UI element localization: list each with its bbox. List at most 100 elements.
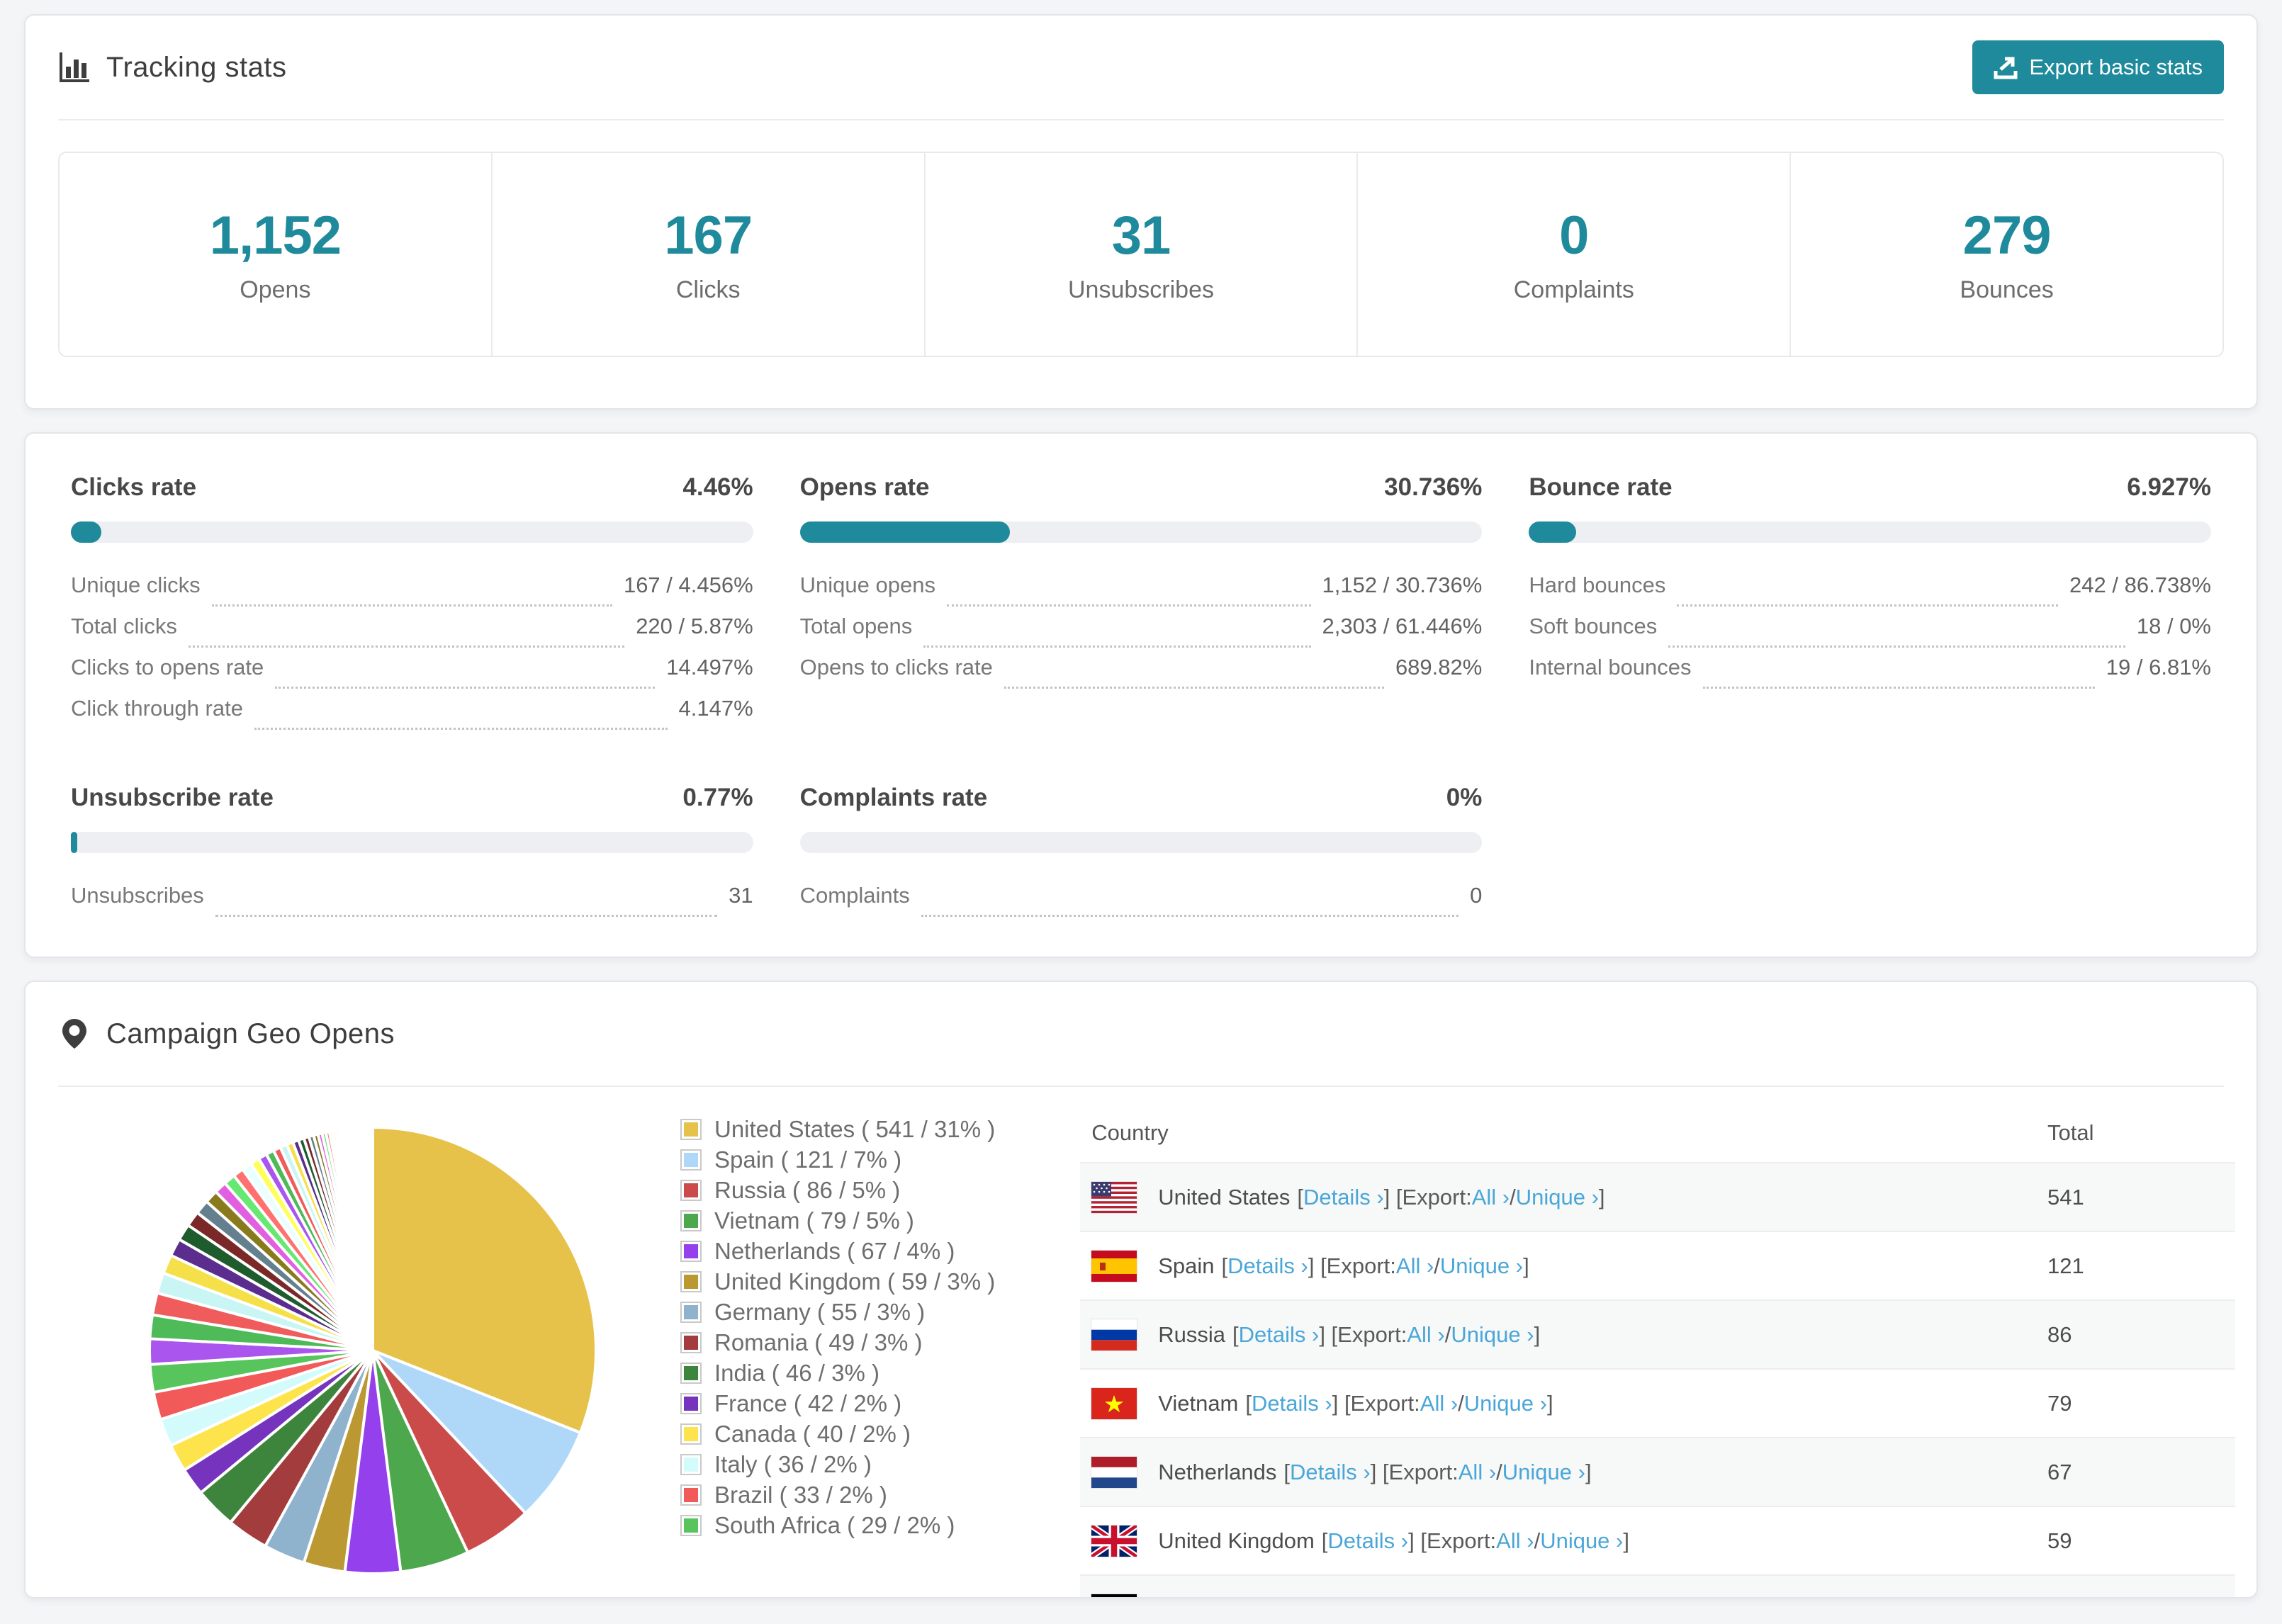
rate-detail-value: 220 / 5.87% (636, 614, 753, 638)
campaign-geo-opens-card: Campaign Geo Opens United States ( 541 /… (24, 981, 2258, 1598)
bracket-text: ] (1623, 1528, 1629, 1553)
legend-color-marker (680, 1179, 702, 1201)
slash-text: / (1434, 1253, 1440, 1278)
rate-title: Opens rate (799, 473, 930, 501)
export-unique-link[interactable]: Unique › (1440, 1253, 1523, 1279)
legend-item-spain[interactable]: Spain ( 121 / 7% ) (680, 1144, 995, 1175)
rate-detail-row: Internal bounces 19 / 6.81% (1529, 655, 2211, 696)
country-name: Russia (1158, 1321, 1225, 1347)
slash-text: / (1468, 1597, 1474, 1598)
legend-label: Germany ( 55 / 3% ) (714, 1298, 926, 1325)
es-flag-icon (1091, 1249, 1138, 1282)
legend-item-netherlands[interactable]: Netherlands ( 67 / 4% ) (680, 1236, 995, 1266)
export-unique-link[interactable]: Unique › (1474, 1597, 1557, 1598)
clicks-progressbar (71, 521, 753, 543)
country-name: United Kingdom (1158, 1528, 1315, 1553)
legend-item-italy[interactable]: Italy ( 36 / 2% ) (680, 1449, 995, 1479)
unsubscribe-progressbar (71, 832, 753, 853)
export-unique-link[interactable]: Unique › (1451, 1322, 1534, 1348)
export-basic-stats-button[interactable]: Export basic stats (1972, 40, 2224, 94)
export-icon (1994, 57, 2018, 79)
stats-strip: 1,152 Opens 167 Clicks 31 Unsubscribes 0 Compla… (58, 152, 2224, 357)
rate-value: 30.736% (1384, 473, 1483, 501)
geo-table-country-cell: Germany [Details ›] [Export: All › / Uniq… (1080, 1593, 2047, 1598)
legend-item-india[interactable]: India ( 46 / 3% ) (680, 1358, 995, 1388)
geo-table-row: Vietnam[Details ›] [Export: All › / Uniq… (1080, 1368, 2235, 1437)
slash-text: / (1534, 1528, 1541, 1553)
ru-flag-icon (1091, 1318, 1138, 1351)
bracket-text: ] [Export: (1370, 1459, 1458, 1484)
geo-table-total-cell: 86 (2047, 1321, 2072, 1347)
export-all-link[interactable]: All › (1420, 1391, 1458, 1416)
details-link[interactable]: Details › (1227, 1253, 1308, 1279)
rate-detail-row: Unique opens 1,152 / 30.736% (800, 573, 1482, 614)
stat-label: Clicks (675, 276, 741, 303)
rate-detail-row: Clicks to opens rate 14.497% (71, 655, 753, 696)
details-link[interactable]: Details › (1252, 1391, 1332, 1416)
opens-progressbar (799, 521, 1483, 543)
country-name: Netherlands (1158, 1459, 1277, 1484)
export-all-link[interactable]: All › (1396, 1253, 1434, 1279)
legend-label: Russia ( 86 / 5% ) (714, 1176, 901, 1203)
geo-table-country-cell: Russia [Details ›] [Export: All › / Uniqu… (1080, 1318, 2047, 1351)
export-unique-link[interactable]: Unique › (1464, 1391, 1547, 1416)
legend-item-vietnam[interactable]: Vietnam ( 79 / 5% ) (680, 1205, 995, 1236)
bracket-text: [ (1221, 1253, 1228, 1278)
legend-item-united-kingdom[interactable]: United Kingdom ( 59 / 3% ) (680, 1266, 995, 1297)
geo-table-row: Germany [Details ›] [Export: All › / Uniq… (1080, 1574, 2235, 1598)
legend-color-marker (680, 1453, 702, 1475)
stat-value: 1,152 (209, 205, 342, 266)
stat-label: Unsubscribes (1068, 276, 1214, 303)
dotted-leader (946, 604, 1311, 607)
geo-table-total-cell: 59 (2047, 1528, 2072, 1553)
dotted-leader (188, 645, 625, 648)
country-column-header: Country (1091, 1120, 1169, 1145)
details-link[interactable]: Details › (1239, 1322, 1320, 1348)
progress-fill (71, 832, 77, 853)
slash-text: / (1510, 1184, 1516, 1209)
legend-item-france[interactable]: France ( 42 / 2% ) (680, 1388, 995, 1419)
legend-item-germany[interactable]: Germany ( 55 / 3% ) (680, 1297, 995, 1327)
country-name: Vietnam (1158, 1390, 1239, 1416)
details-link[interactable]: Details › (1327, 1528, 1408, 1554)
export-all-link[interactable]: All › (1472, 1185, 1510, 1210)
export-all-link[interactable]: All › (1407, 1322, 1444, 1348)
export-unique-link[interactable]: Unique › (1540, 1528, 1623, 1554)
tracking-stats-card: Tracking stats Export basic stats 1,152 O… (24, 14, 2258, 410)
rate-value: 0% (1446, 784, 1483, 811)
bracket-text: [ (1232, 1321, 1239, 1347)
rate-detail-label: Opens to clicks rate (799, 655, 993, 680)
rate-detail-label: Total clicks (71, 614, 177, 638)
rate-title: Complaints rate (799, 784, 988, 811)
rate-detail-label: Hard bounces (1529, 573, 1666, 597)
legend-item-united-states[interactable]: United States ( 541 / 31% ) (680, 1114, 995, 1144)
bracket-text: ] [Export: (1383, 1184, 1472, 1209)
country-name: United States (1158, 1184, 1291, 1209)
bracket-text: ] (1546, 1390, 1553, 1416)
legend-item-russia[interactable]: Russia ( 86 / 5% ) (680, 1175, 995, 1205)
geo-table-total-cell: 67 (2047, 1459, 2072, 1484)
export-all-link[interactable]: All › (1496, 1528, 1534, 1554)
legend-color-marker (680, 1209, 702, 1231)
details-link[interactable]: Details › (1303, 1185, 1384, 1210)
tracking-stats-header: Tracking stats Export basic stats (58, 16, 2224, 120)
legend-item-canada[interactable]: Canada ( 40 / 2% ) (680, 1419, 995, 1449)
details-link[interactable]: Details › (1261, 1597, 1342, 1598)
legend-color-marker (680, 1362, 702, 1384)
legend-item-romania[interactable]: Romania ( 49 / 3% ) (680, 1327, 995, 1358)
dotted-leader (921, 915, 1459, 917)
legend-item-south-africa[interactable]: South Africa ( 29 / 2% ) (680, 1510, 995, 1540)
details-link[interactable]: Details › (1290, 1460, 1371, 1485)
export-all-link[interactable]: All › (1458, 1460, 1496, 1485)
export-all-link[interactable]: All › (1430, 1597, 1468, 1598)
geo-table-country-cell: Netherlands[Details ›] [Export: All › / … (1080, 1455, 2047, 1489)
export-unique-link[interactable]: Unique › (1502, 1460, 1585, 1485)
bracket-text: [ (1256, 1597, 1262, 1598)
stat-value: 167 (664, 205, 753, 266)
export-unique-link[interactable]: Unique › (1516, 1185, 1599, 1210)
rate-detail-row: Opens to clicks rate 689.82% (799, 655, 1482, 696)
bracket-text: ] (1523, 1253, 1529, 1278)
bracket-text: ] [Export: (1308, 1253, 1396, 1278)
bar-chart-icon (60, 52, 89, 82)
legend-item-brazil[interactable]: Brazil ( 33 / 2% ) (680, 1479, 995, 1510)
